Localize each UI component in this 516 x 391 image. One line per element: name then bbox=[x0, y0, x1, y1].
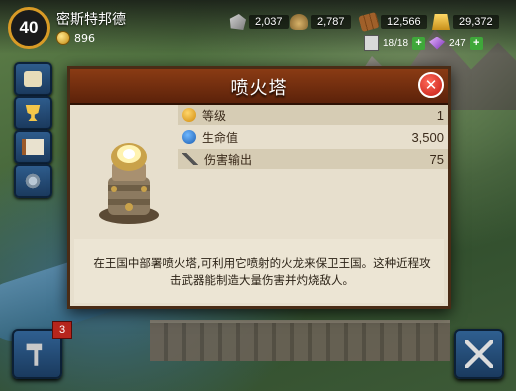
wood-resource[interactable]: 12,566 bbox=[358, 11, 427, 33]
coin-icon bbox=[56, 31, 70, 45]
wood-icon bbox=[358, 11, 380, 33]
stat-label: 生命值 bbox=[202, 130, 239, 145]
level-up-icon bbox=[182, 108, 196, 122]
dialog-header: 喷火塔 ✕ bbox=[70, 69, 448, 105]
food-value: 2,787 bbox=[311, 15, 351, 29]
stats-list: 等级 1 生命值 3,500 伤害输出 75 bbox=[178, 105, 448, 171]
troop-capacity-value: 18/18 bbox=[383, 37, 409, 49]
troop-capacity[interactable]: 18/18 + 247 + bbox=[364, 35, 483, 51]
stone-icon bbox=[229, 14, 246, 30]
troop-card-icon bbox=[364, 35, 379, 51]
close-button[interactable]: ✕ bbox=[418, 72, 444, 98]
player-gold-value: 896 bbox=[74, 31, 95, 45]
stat-label: 伤害输出 bbox=[204, 152, 253, 167]
stat-label: 等级 bbox=[202, 108, 227, 123]
flame-tower-image bbox=[84, 111, 174, 243]
food-icon bbox=[290, 14, 308, 30]
flame-tower-icon bbox=[99, 143, 159, 224]
gem-icon bbox=[429, 36, 446, 50]
add-gems-plus-icon[interactable]: + bbox=[469, 36, 483, 50]
add-troops-plus-icon[interactable]: + bbox=[412, 36, 426, 50]
stone-resource[interactable]: 2,037 bbox=[228, 14, 289, 30]
crossed-swords-icon bbox=[465, 340, 493, 368]
gem-value: 247 bbox=[449, 37, 466, 49]
damage-icon bbox=[182, 153, 198, 165]
stat-value: 1 bbox=[436, 107, 444, 123]
stat-row-health: 生命值 3,500 bbox=[178, 127, 448, 147]
stat-row-damage: 伤害输出 75 bbox=[178, 149, 448, 169]
quests-button[interactable] bbox=[14, 62, 52, 96]
gear-icon bbox=[24, 173, 42, 189]
building-description: 在王国中部署喷火塔,可利用它喷射的火龙来保卫王国。这种近程攻击武器能制造大量伤害… bbox=[93, 256, 431, 287]
build-count-badge: 3 bbox=[52, 321, 72, 339]
stone-value: 2,037 bbox=[249, 15, 289, 29]
goldbar-resource[interactable]: 29,372 bbox=[432, 14, 499, 30]
stat-row-level: 等级 1 bbox=[178, 105, 448, 125]
stat-value: 3,500 bbox=[411, 129, 444, 145]
scroll-icon bbox=[24, 71, 42, 87]
trophy-icon bbox=[25, 105, 41, 121]
gold-bar-icon bbox=[432, 14, 450, 30]
building-info-dialog: 喷火塔 ✕ 等级 1 生命值 3,500 伤害输出 75 在王国中部署喷火塔,可… bbox=[67, 66, 451, 309]
book-icon bbox=[22, 139, 44, 155]
achievements-button[interactable] bbox=[14, 96, 52, 130]
goldbar-value: 29,372 bbox=[453, 15, 499, 29]
player-name[interactable]: 密斯特邦德 bbox=[56, 9, 126, 29]
castle-wall bbox=[150, 320, 450, 361]
player-level-badge[interactable]: 40 bbox=[8, 7, 50, 49]
research-button[interactable] bbox=[14, 130, 52, 164]
player-gold: 896 bbox=[56, 31, 95, 45]
health-icon bbox=[182, 130, 196, 144]
settings-button[interactable] bbox=[14, 164, 52, 198]
wood-value: 12,566 bbox=[381, 15, 427, 29]
hammer-icon bbox=[26, 343, 43, 366]
battle-button[interactable] bbox=[454, 329, 504, 379]
dialog-title: 喷火塔 bbox=[230, 78, 288, 99]
stat-value: 75 bbox=[429, 151, 444, 167]
food-resource[interactable]: 2,787 bbox=[290, 14, 351, 30]
